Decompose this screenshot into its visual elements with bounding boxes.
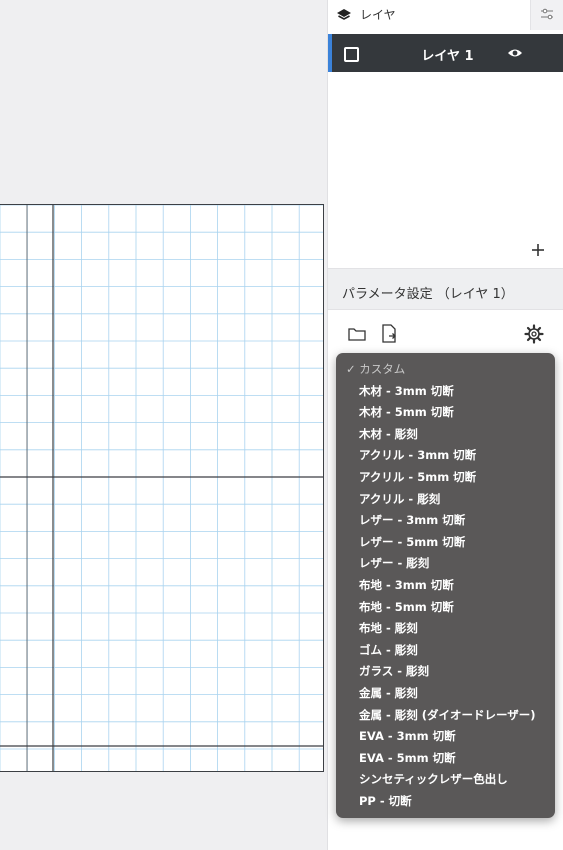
params-title: パラメータ設定 （レイヤ 1） — [342, 287, 514, 302]
preset-item[interactable]: ガラス - 彫刻 — [336, 661, 555, 683]
params-header: パラメータ設定 （レイヤ 1） — [328, 268, 563, 310]
preset-item[interactable]: アクリル - 3mm 切断 — [336, 445, 555, 467]
preset-item[interactable]: 布地 - 彫刻 — [336, 618, 555, 640]
export-icon[interactable] — [381, 324, 397, 343]
preset-item[interactable]: 木材 - 3mm 切断 — [336, 381, 555, 403]
layer-name: レイヤ 1 — [421, 49, 474, 64]
preset-list: ✓ カスタム 木材 - 3mm 切断 木材 - 5mm 切断 木材 - 彫刻 アクリル… — [336, 353, 555, 812]
preset-item[interactable]: 布地 - 5mm 切断 — [336, 597, 555, 619]
layer-row[interactable]: レイヤ 1 — [328, 34, 563, 72]
work-area-grid[interactable] — [0, 204, 324, 772]
preset-item[interactable]: ゴム - 彫刻 — [336, 640, 555, 662]
layers-header: レイヤ — [328, 0, 563, 34]
preset-item[interactable]: 木材 - 5mm 切断 — [336, 402, 555, 424]
preset-item[interactable]: 木材 - 彫刻 — [336, 424, 555, 446]
preset-item[interactable]: アクリル - 彫刻 — [336, 489, 555, 511]
folder-icon[interactable] — [348, 326, 366, 342]
grid-lines — [0, 205, 323, 771]
add-layer-button[interactable] — [531, 240, 545, 260]
preset-item[interactable]: アクリル - 5mm 切断 — [336, 467, 555, 489]
preset-item[interactable]: レザー - 3mm 切断 — [336, 510, 555, 532]
preset-item[interactable]: EVA - 3mm 切断 — [336, 726, 555, 748]
preset-item[interactable]: 布地 - 3mm 切断 — [336, 575, 555, 597]
preset-item[interactable]: 金属 - 彫刻 — [336, 683, 555, 705]
params-toolbar — [328, 310, 563, 356]
preset-item[interactable]: レザー - 彫刻 — [336, 553, 555, 575]
eye-icon[interactable] — [507, 46, 523, 60]
gear-icon[interactable] — [524, 324, 544, 344]
preset-item[interactable]: 金属 - 彫刻 (ダイオードレーザー) — [336, 705, 555, 727]
layers-title: レイヤ — [360, 8, 396, 22]
canvas-area[interactable] — [0, 0, 327, 850]
preset-item[interactable]: PP - 切断 — [336, 791, 555, 813]
preset-item[interactable]: シンセティックレザー色出し — [336, 769, 555, 791]
plus-icon — [532, 244, 544, 256]
preset-dropdown-menu: ✓ カスタム 木材 - 3mm 切断 木材 - 5mm 切断 木材 - 彫刻 アクリル… — [336, 353, 555, 818]
preset-item-custom[interactable]: ✓ カスタム — [336, 359, 555, 381]
preset-item[interactable]: レザー - 5mm 切断 — [336, 532, 555, 554]
preset-item[interactable]: EVA - 5mm 切断 — [336, 748, 555, 770]
layers-icon — [337, 9, 351, 20]
sliders-icon[interactable] — [530, 0, 563, 30]
